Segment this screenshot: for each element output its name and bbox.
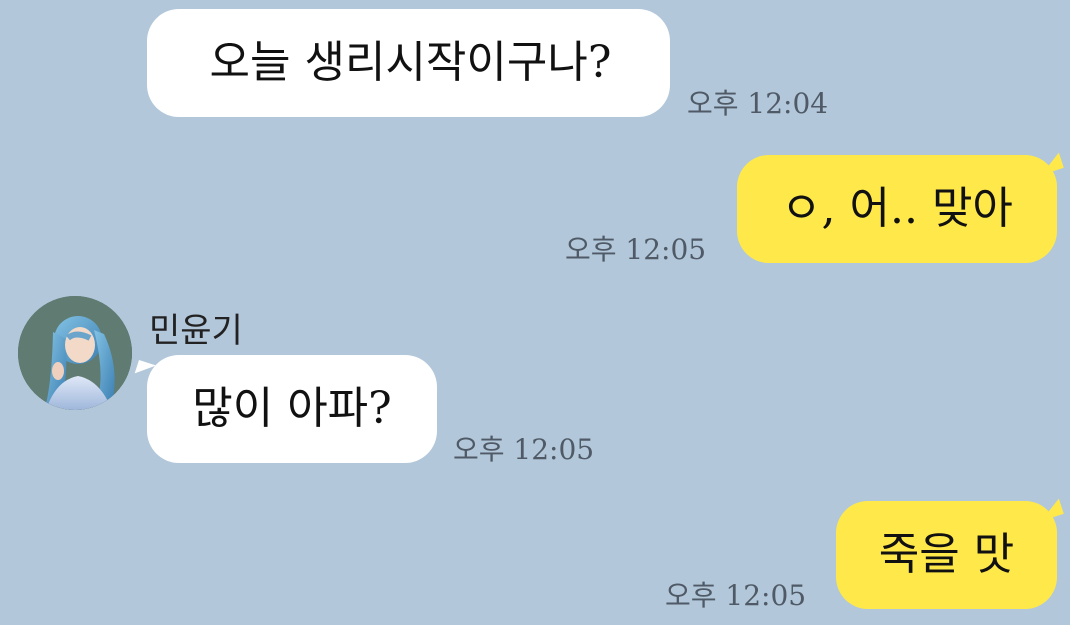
avatar[interactable] [18,296,132,410]
sender-name: 민윤기 [149,311,243,351]
outgoing-bubble-tail [1036,152,1064,176]
message-timestamp: 오후 12:05 [453,433,595,466]
incoming-message-bubble[interactable]: 오늘 생리시작이구나? [147,9,670,117]
message-text: 많이 아파? [192,383,392,434]
outgoing-bubble-tail [1036,498,1064,522]
message-text: 죽을 맛 [878,529,1015,580]
incoming-message-bubble[interactable]: 많이 아파? [147,355,437,463]
profile-photo-icon [18,296,132,410]
chat-thread: 오늘 생리시작이구나? 오후 12:04 ㅇ, 어.. 맞아 오후 12:05 [0,0,1070,625]
outgoing-message-bubble[interactable]: 죽을 맛 [836,501,1057,609]
message-timestamp: 오후 12:05 [565,233,707,266]
message-text: ㅇ, 어.. 맞아 [781,183,1013,234]
outgoing-message-bubble[interactable]: ㅇ, 어.. 맞아 [737,155,1057,263]
message-timestamp: 오후 12:05 [665,579,807,612]
message-timestamp: 오후 12:04 [687,87,829,120]
message-text: 오늘 생리시작이구나? [209,37,612,88]
